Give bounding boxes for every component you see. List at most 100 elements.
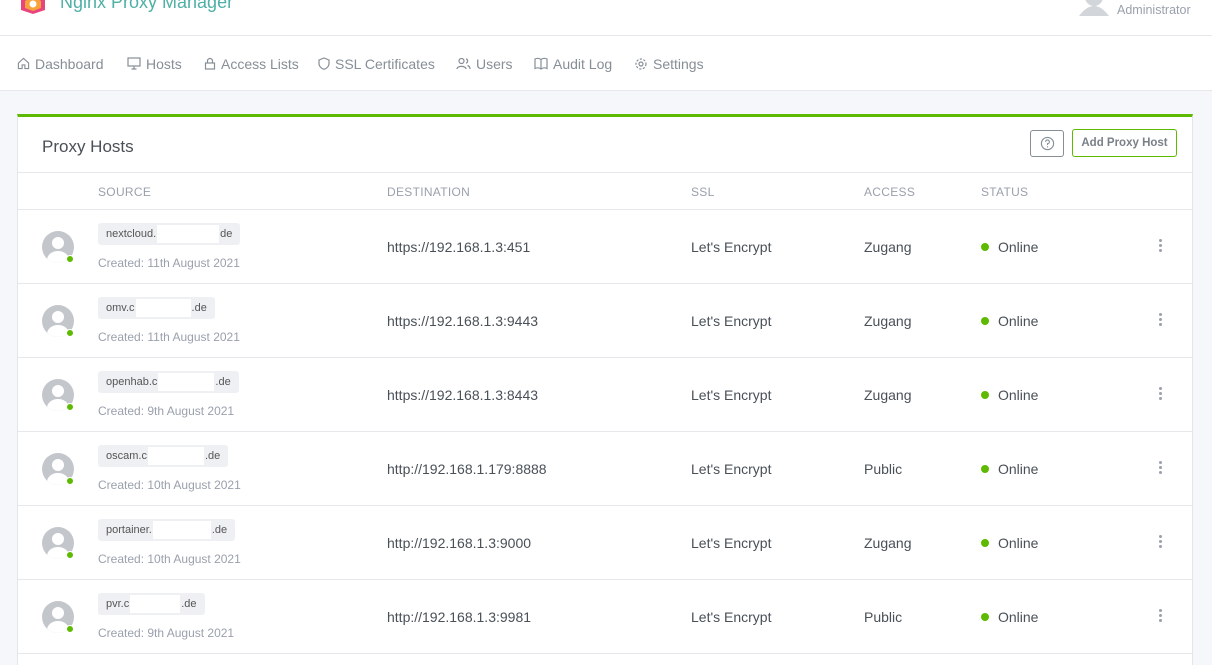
created-date: Created: 9th August 2021 xyxy=(98,626,235,640)
access-list: Public xyxy=(864,461,903,477)
online-indicator xyxy=(66,551,74,559)
redacted-block xyxy=(147,447,204,465)
table-row: openhab.c .de Created: 9th August 2021 ht… xyxy=(18,358,1192,432)
destination: https://192.168.1.3:9443 xyxy=(387,313,539,329)
destination: https://192.168.1.3:451 xyxy=(387,239,531,255)
online-indicator xyxy=(66,255,74,263)
more-vertical-icon[interactable] xyxy=(1156,608,1164,624)
status-text: Online xyxy=(998,313,1039,329)
destination: https://192.168.1.3:8443 xyxy=(387,387,539,403)
status-dot xyxy=(981,465,989,473)
online-indicator xyxy=(66,477,74,485)
destination: http://192.168.1.179:8888 xyxy=(387,461,547,477)
domain-badge[interactable]: nextcloud. de xyxy=(98,223,241,245)
created-date: Created: 11th August 2021 xyxy=(98,330,240,344)
table-row: nextcloud. de Created: 11th August 2021 h… xyxy=(18,210,1192,284)
ssl-provider: Let's Encrypt xyxy=(691,387,772,403)
status-dot xyxy=(981,317,989,325)
access-list: Zugang xyxy=(864,239,912,255)
created-date: Created: 11th August 2021 xyxy=(98,256,240,270)
nav-item-ssl-certificates[interactable]: SSL Certificates xyxy=(318,36,435,91)
ssl-provider: Let's Encrypt xyxy=(691,313,772,329)
nav-label: Dashboard xyxy=(35,55,104,72)
home-icon xyxy=(17,57,30,70)
redacted-block xyxy=(158,373,215,391)
status-dot xyxy=(981,391,989,399)
nav-label: Access Lists xyxy=(221,55,299,72)
more-vertical-icon[interactable] xyxy=(1156,534,1164,550)
created-date: Created: 10th August 2021 xyxy=(98,552,241,566)
add-proxy-host-button[interactable]: Add Proxy Host xyxy=(1072,129,1177,157)
user-avatar-icon[interactable] xyxy=(1077,0,1111,16)
help-circle-icon xyxy=(1040,136,1054,151)
nav-item-dashboard[interactable]: Dashboard xyxy=(17,36,104,91)
ssl-provider: Let's Encrypt xyxy=(691,239,772,255)
domain-badge[interactable]: pvr.c .de xyxy=(98,593,205,615)
nav-label: Settings xyxy=(653,55,704,72)
created-date: Created: 10th August 2021 xyxy=(98,478,241,492)
card-title: Proxy Hosts xyxy=(42,137,134,156)
domain-badge[interactable]: openhab.c .de xyxy=(98,371,239,393)
nav-item-users[interactable]: Users xyxy=(456,36,513,91)
status-text: Online xyxy=(998,609,1039,625)
destination: http://192.168.1.3:9981 xyxy=(387,609,532,625)
domain-suffix: .de xyxy=(191,302,207,314)
status-dot xyxy=(981,243,989,251)
domain-badge[interactable]: oscam.c .de xyxy=(98,445,229,467)
user-role: Administrator xyxy=(1117,3,1191,17)
header-access[interactable]: ACCESS xyxy=(864,185,915,199)
domain-suffix: .de xyxy=(211,524,228,536)
logo-icon[interactable] xyxy=(20,0,46,14)
online-indicator xyxy=(66,625,74,633)
ssl-provider: Let's Encrypt xyxy=(691,535,772,551)
table-row: portainer. .de Created: 10th August 2021 … xyxy=(18,506,1192,580)
ssl-provider: Let's Encrypt xyxy=(691,461,772,477)
nav-label: Audit Log xyxy=(553,55,613,72)
status-text: Online xyxy=(998,461,1039,477)
main-nav: Dashboard Hosts Access Lists SSL Certifi… xyxy=(0,36,1212,91)
nav-label: Hosts xyxy=(146,55,182,72)
app-title[interactable]: Nginx Proxy Manager xyxy=(60,0,233,13)
created-date: Created: 9th August 2021 xyxy=(98,404,235,418)
redacted-block xyxy=(135,299,191,317)
ssl-provider: Let's Encrypt xyxy=(691,609,772,625)
access-list: Zugang xyxy=(864,313,912,329)
header-destination[interactable]: DESTINATION xyxy=(387,185,470,199)
more-vertical-icon[interactable] xyxy=(1156,460,1164,476)
monitor-icon xyxy=(127,57,141,70)
domain-prefix: omv.c xyxy=(106,302,135,314)
domain-badge[interactable]: portainer. .de xyxy=(98,519,236,541)
more-vertical-icon[interactable] xyxy=(1156,238,1164,254)
header-ssl[interactable]: SSL xyxy=(691,185,715,199)
nav-item-settings[interactable]: Settings xyxy=(634,36,704,91)
table-row: oscam.c .de Created: 10th August 2021 htt… xyxy=(18,432,1192,506)
online-indicator xyxy=(66,329,74,337)
redacted-block xyxy=(157,225,220,243)
header-status[interactable]: STATUS xyxy=(981,185,1028,199)
gear-icon xyxy=(635,57,647,70)
redacted-block xyxy=(152,521,211,539)
top-header: Nginx Proxy Manager Administrator xyxy=(0,0,1212,36)
domain-prefix: oscam.c xyxy=(106,450,147,462)
access-list: Public xyxy=(864,609,903,625)
status-text: Online xyxy=(998,535,1039,551)
domain-prefix: pvr.c xyxy=(106,598,130,610)
domain-badge[interactable]: omv.c .de xyxy=(98,297,215,319)
domain-suffix: .de xyxy=(215,376,231,388)
help-button[interactable] xyxy=(1030,130,1064,157)
access-list: Zugang xyxy=(864,387,912,403)
domain-suffix: de xyxy=(220,228,233,240)
domain-prefix: portainer. xyxy=(106,524,152,536)
nav-item-audit-log[interactable]: Audit Log xyxy=(534,36,612,91)
users-icon xyxy=(456,57,471,70)
header-source[interactable]: SOURCE xyxy=(98,185,151,199)
lock-icon xyxy=(204,57,216,70)
more-vertical-icon[interactable] xyxy=(1156,312,1164,328)
nav-item-access-lists[interactable]: Access Lists xyxy=(204,36,299,91)
shield-icon xyxy=(318,57,330,70)
nav-item-hosts[interactable]: Hosts xyxy=(127,36,182,91)
table-row: omv.c .de Created: 11th August 2021 https… xyxy=(18,284,1192,358)
online-indicator xyxy=(66,403,74,411)
status-dot xyxy=(981,539,989,547)
more-vertical-icon[interactable] xyxy=(1156,386,1164,402)
